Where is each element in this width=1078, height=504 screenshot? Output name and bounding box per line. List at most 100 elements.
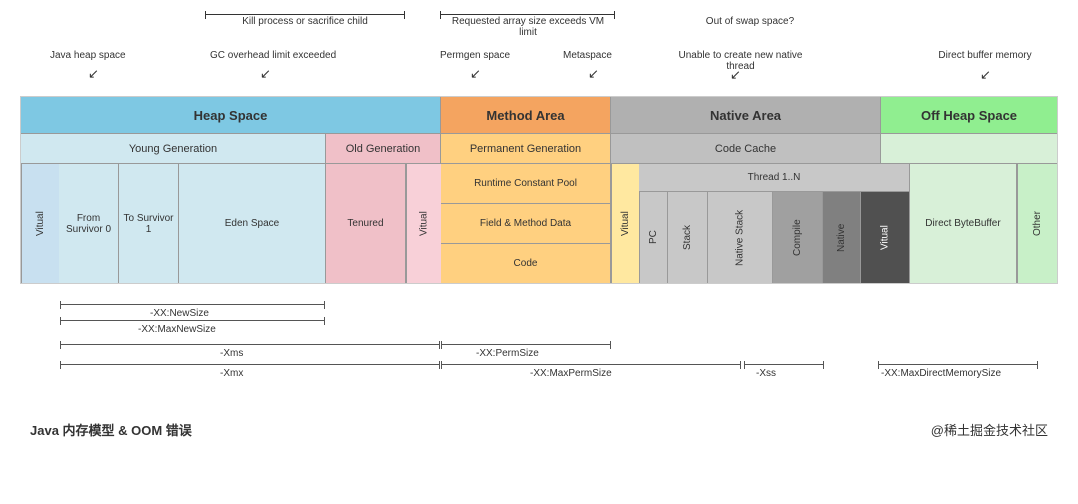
young-gen-header: Young Generation (21, 134, 326, 163)
rcp-cell: Runtime Constant Pool (441, 164, 610, 204)
gc-overhead-arrow: ↙ (260, 66, 271, 82)
young-label: Young Generation (129, 143, 217, 155)
permsize-line (441, 344, 611, 345)
native-cells: PC Stack Native Stack Compile Native (639, 192, 909, 283)
eden-cell: Eden Space (179, 164, 326, 283)
error-section: Kill process or sacrifice child Java hea… (20, 10, 1058, 90)
swap-label: Out of swap space? (680, 16, 820, 27)
gc-overhead-label: GC overhead limit exceeded (210, 50, 336, 61)
kill-process-bracket (205, 14, 405, 15)
old-label: Old Generation (346, 143, 421, 155)
newsize-line (60, 304, 325, 305)
permgen-header: Permanent Generation (441, 134, 611, 163)
java-heap-label: Java heap space (50, 50, 126, 61)
xms-label: -Xms (220, 348, 243, 359)
method-section-header: Method Area (441, 97, 611, 133)
native-section-header: Native Area (611, 97, 881, 133)
java-heap-arrow: ↙ (88, 66, 99, 82)
virtual-young-cell: Vitual (21, 164, 59, 283)
detail-row: Vitual From Survivor 0 To Survivor 1 Ede… (21, 163, 1057, 283)
maxpermsize-label: -XX:MaxPermSize (530, 368, 612, 379)
native-label: Native Area (710, 108, 781, 123)
native-stack-cell: Native Stack (707, 192, 772, 283)
pc-label: PC (648, 231, 659, 245)
subsection-headers: Young Generation Old Generation Permanen… (21, 133, 1057, 163)
array-label: Requested array size exceeds VM limit (443, 16, 613, 38)
stack-cell: Stack (667, 192, 707, 283)
permsize-label: -XX:PermSize (476, 348, 539, 359)
metaspace-label: Metaspace (563, 50, 612, 61)
tenured-label: Tenured (347, 218, 383, 229)
xmx-label: -Xmx (220, 368, 243, 379)
directbuf-arrow: ↙ (980, 67, 991, 83)
annotations-section: -XX:NewSize -XX:MaxNewSize -Xms -Xmx -XX… (20, 294, 1058, 404)
section-headers: Heap Space Method Area Native Area Off H… (21, 97, 1057, 133)
offheap-section-header: Off Heap Space (881, 97, 1057, 133)
directbuf-label: Direct buffer memory (920, 50, 1050, 61)
footer-title: Java 内存模型 & OOM 错误 (30, 420, 192, 439)
maxnewsize-line (60, 320, 325, 321)
xmx-line (60, 364, 440, 365)
fmd-label: Field & Method Data (480, 218, 571, 229)
code-cell: Code (441, 244, 610, 283)
metaspace-arrow: ↙ (588, 66, 599, 82)
main-diagram: Heap Space Method Area Native Area Off H… (20, 96, 1058, 284)
codecache-header: Code Cache (611, 134, 881, 163)
eden-label: Eden Space (225, 218, 280, 229)
method-label: Method Area (486, 108, 564, 123)
virtual-young-label: Vitual (35, 211, 46, 236)
other-cell: Other (1017, 164, 1057, 283)
native-area-cells: Thread 1..N PC Stack Native Stack Compil… (639, 164, 910, 283)
xss-line (744, 364, 824, 365)
nativestack-label: Native Stack (735, 209, 746, 265)
stack-label: Stack (682, 225, 693, 250)
xms-line (60, 344, 440, 345)
tenured-cell: Tenured (326, 164, 406, 283)
other-label: Other (1032, 211, 1043, 236)
to-survivor-cell: To Survivor 1 (119, 164, 179, 283)
kill-process-label: Kill process or sacrifice child (215, 16, 395, 27)
heap-section-header: Heap Space (21, 97, 441, 133)
from-survivor-cell: From Survivor 0 (59, 164, 119, 283)
virtual-native-label: Vitual (880, 225, 891, 250)
offheap-cells: Direct ByteBuffer Other (910, 164, 1057, 283)
virtual-native-cell: Vitual (860, 192, 909, 283)
compile-cell: Compile (772, 192, 822, 283)
maxdirectmemory-line (878, 364, 1038, 365)
xss-label: -Xss (756, 368, 776, 379)
array-bracket (440, 14, 615, 15)
native-n-label: Native (836, 223, 847, 251)
code-label: Code (514, 258, 538, 269)
maxnewsize-label: -XX:MaxNewSize (138, 324, 216, 335)
thread-label: Thread 1..N (748, 172, 801, 183)
permgen-arrow: ↙ (470, 66, 481, 82)
to-label: To Survivor 1 (121, 213, 176, 235)
virtual-old-cell: Vitual (406, 164, 441, 283)
old-gen-header: Old Generation (326, 134, 441, 163)
fmd-cell: Field & Method Data (441, 204, 610, 244)
newsize-label: -XX:NewSize (150, 308, 209, 319)
directbytebuffer-label: Direct ByteBuffer (925, 218, 1000, 229)
maxdirectmemory-label: -XX:MaxDirectMemorySize (881, 368, 1001, 379)
permgen-label: Permgen space (440, 50, 510, 61)
method-area-cells: Runtime Constant Pool Field & Method Dat… (441, 164, 611, 283)
direct-bytebuffer-cell: Direct ByteBuffer (910, 164, 1017, 283)
virtual-method-cell: Vitual (611, 164, 639, 283)
virtual-old-label: Vitual (419, 211, 430, 236)
offheap-label: Off Heap Space (921, 108, 1017, 123)
from-label: From Survivor 0 (61, 213, 116, 235)
thread-row: Thread 1..N (639, 164, 909, 192)
permgen-sub-label: Permanent Generation (470, 143, 581, 155)
codecache-label: Code Cache (715, 143, 776, 155)
heap-label: Heap Space (194, 108, 268, 123)
pc-cell: PC (639, 192, 667, 283)
compile-label: Compile (792, 219, 803, 256)
virtual-method-label: Vitual (620, 211, 631, 236)
footer: Java 内存模型 & OOM 错误 @稀土掘金技术社区 (20, 420, 1058, 439)
unable-arrow: ↙ (730, 67, 741, 83)
native-n-cell: Native (822, 192, 860, 283)
maxpermsize-line (441, 364, 741, 365)
container: Kill process or sacrifice child Java hea… (20, 10, 1058, 439)
footer-watermark: @稀土掘金技术社区 (931, 420, 1048, 439)
rcp-label: Runtime Constant Pool (474, 178, 577, 189)
